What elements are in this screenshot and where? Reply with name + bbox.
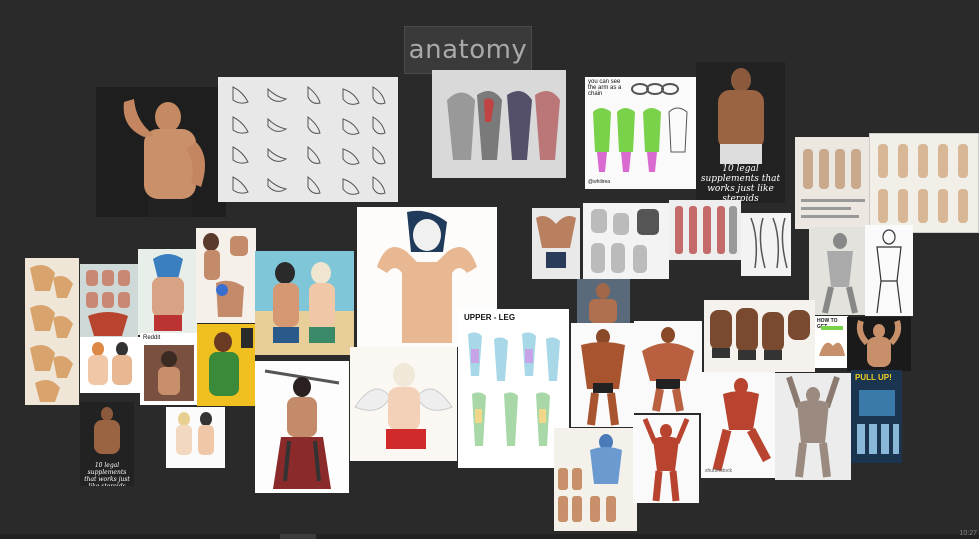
image-upper-leg-chart[interactable]: UPPER - LEG [458,309,569,468]
moodboard-canvas[interactable]: anatomy you can see the arm as a chain @… [0,0,979,539]
image-character-sketch[interactable] [196,228,256,323]
image-pencil-figure[interactable] [809,227,871,315]
angel-figure [354,363,453,449]
image-torso-color-study[interactable] [80,264,138,340]
image-reference-sheet-b[interactable] [869,133,979,233]
muscle-sketch-sheet-figures [558,434,622,522]
muscle-anatomy-kneel-figure [712,378,771,472]
board-title[interactable]: anatomy [404,26,532,74]
shutterstock-label: shutterstock [705,468,732,474]
image-torso-poses[interactable] [583,203,669,279]
image-foot-sketches[interactable] [218,77,398,202]
bodybuilder-painted-b-figure [642,327,694,412]
image-flexing-man[interactable] [96,87,226,217]
image-lineart-figure[interactable] [865,225,913,316]
couple-sketch-figures [176,412,214,455]
image-supplements-bottom[interactable]: 10 legal supplements that works just lik… [80,402,134,486]
leg-sketch-figure [750,217,788,269]
image-muscle-anatomy-front[interactable] [633,415,699,503]
supplements-top-caption: 10 legal supplements that works just lik… [700,164,781,203]
image-pull-up-guide[interactable]: PULL UP! [851,370,902,463]
arm-study-figures [447,91,560,160]
back-muscles-figure [536,216,576,268]
bodybuilder-painted-a-figure [581,329,625,426]
pair-sketch-figures [88,342,132,385]
flexing-man-figure [123,99,205,217]
ecorche-arms-up-figure [786,376,840,478]
reddit-post-figure [144,345,194,401]
image-supplements-top[interactable]: 10 legal supplements that works just lik… [696,62,785,203]
image-couple-sketch[interactable] [166,407,225,468]
image-reddit-post[interactable]: Reddit [140,333,198,405]
leg-muscles-figures [675,206,737,254]
comic-character-figure [209,328,253,396]
image-leg-muscles[interactable] [669,200,741,260]
back-pose-figure [152,254,184,331]
bodybuilder-photo-figure [589,283,617,323]
arm-chain-credit: @whilirea [588,179,611,185]
image-arm-studies[interactable] [432,70,566,178]
torso-poses-figures [591,209,659,273]
image-bodybuilder-photo[interactable] [577,279,630,324]
beach-duo-figures [255,262,354,355]
taskbar [0,534,979,539]
arm-sketch-figures [30,264,73,402]
image-leg-sketch[interactable] [741,213,791,276]
image-back-pose[interactable] [138,249,197,335]
image-pair-sketch[interactable] [80,337,140,393]
image-arm-chain[interactable]: you can see the arm as a chain @whilirea [585,77,697,189]
image-reference-sheet-a[interactable] [795,137,871,229]
image-comic-character[interactable] [197,324,255,406]
taskbar-active-tab[interactable] [280,534,316,539]
image-arm-sketches[interactable] [25,258,79,405]
flex-pose-right-figure [856,320,902,367]
image-ecorche-arms-up[interactable] [775,373,851,480]
how-to-get-figure [819,326,845,356]
image-angel[interactable] [350,347,457,461]
reference-sheet-b-figures [878,144,968,223]
image-bodybuilder-painted-b[interactable] [634,321,702,413]
lineart-figure-drawing [876,229,902,314]
upper-leg-figures [468,332,560,446]
character-sketch-figures [203,233,248,317]
bodybuilder-group-figures [710,308,810,360]
reference-sheet-a-figures [801,149,865,218]
torso-study-figures [86,270,130,336]
image-muscle-anatomy-kneel[interactable]: shutterstock [701,372,775,478]
arm-chain-figures [593,83,688,172]
pull-up-figures [857,390,899,454]
pencil-figure-drawing [822,233,858,314]
samurai-figure [264,369,340,489]
image-back-muscles[interactable] [532,208,580,279]
image-muscle-sketch-sheet[interactable] [554,428,637,531]
image-beach-duo[interactable] [255,251,354,355]
board-title-text: anatomy [408,35,528,65]
image-bodybuilder-painted-a[interactable] [571,323,634,427]
taskbar-clock: 10:27 [959,530,977,537]
supplements-bottom-caption: 10 legal supplements that works just lik… [84,462,130,486]
foot-sketch-grid [232,85,386,195]
image-samurai[interactable] [255,361,349,493]
image-bodybuilder-group[interactable] [704,300,815,372]
image-how-to-get[interactable]: HOW TO GET [815,316,848,368]
image-flex-pose-right[interactable] [847,317,911,371]
muscle-anatomy-front-figure [642,418,690,502]
